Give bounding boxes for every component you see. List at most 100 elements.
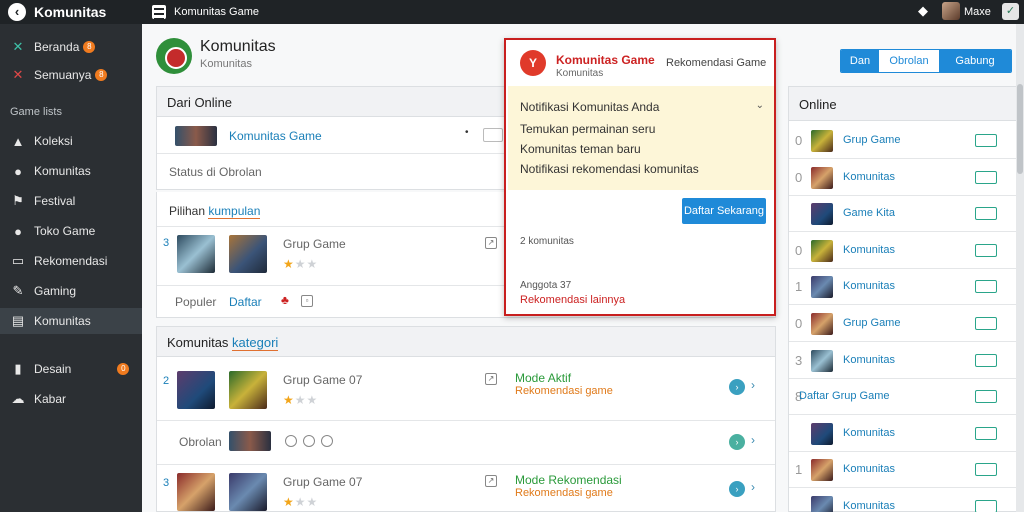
toggle[interactable] xyxy=(975,207,997,221)
list-item[interactable]: 0 Grup Game xyxy=(789,305,1017,342)
table-row[interactable]: 3 Grup Game 07 ★★★ ↗ Mode Rekomendasi Re… xyxy=(157,465,775,512)
check-icon[interactable]: ✓ xyxy=(1002,3,1019,20)
community-name[interactable]: Komunitas xyxy=(843,280,895,292)
scrollbar[interactable] xyxy=(1016,24,1024,512)
gear-icon[interactable]: ◆ xyxy=(918,3,928,19)
image-icon[interactable]: ▫ xyxy=(301,295,313,307)
view-tabs: Dan Obrolan Gabung dalam xyxy=(840,49,1012,73)
list-item[interactable]: Game Kita xyxy=(789,195,1017,233)
menu-icon[interactable] xyxy=(152,5,166,20)
sidebar-item-rekomendasi[interactable]: ▭ Rekomendasi xyxy=(0,248,142,274)
sidebar-item-festival[interactable]: ⚑ Festival xyxy=(0,188,142,214)
community-name[interactable]: Komunitas xyxy=(843,171,895,183)
community-name[interactable]: Komunitas xyxy=(843,463,895,475)
avatar[interactable] xyxy=(942,2,960,20)
notification-badge: 8 xyxy=(83,41,96,53)
arrow-right-icon[interactable]: › xyxy=(751,433,755,447)
toggle[interactable] xyxy=(975,463,997,477)
edit-icon[interactable]: ↗ xyxy=(485,373,497,385)
arrow-right-icon[interactable]: › xyxy=(751,480,755,494)
flag-icon: ⚑ xyxy=(12,193,24,208)
chevron-down-icon[interactable]: ⌄ xyxy=(756,100,764,111)
sidebar-item-beranda[interactable]: ✕ Beranda 8 xyxy=(0,34,142,60)
section-title-link[interactable]: kategori xyxy=(232,335,279,351)
list-item[interactable]: Komunitas xyxy=(789,488,1017,512)
sidebar-item-kabar[interactable]: ☁ Kabar xyxy=(0,386,142,412)
table-row[interactable]: 2 Grup Game 07 ★★★ ↗ Mode Aktif Rekomend… xyxy=(157,361,775,421)
list-item[interactable]: 1 Komunitas xyxy=(789,451,1017,489)
toggle[interactable] xyxy=(975,134,997,147)
toggle[interactable] xyxy=(975,500,997,512)
play-icon[interactable]: › xyxy=(729,434,745,450)
tab-dan[interactable]: Dan xyxy=(841,50,879,72)
toggle[interactable] xyxy=(975,170,997,184)
sidebar-item-komunitas[interactable]: ● Komunitas xyxy=(0,158,142,184)
community-name[interactable]: Grup Game xyxy=(843,317,900,329)
join-button[interactable]: Daftar Sekarang xyxy=(682,198,766,224)
page-subtitle: Komunitas xyxy=(200,58,252,70)
list-item[interactable]: Komunitas xyxy=(789,415,1017,452)
dot-icon: • xyxy=(465,127,469,138)
list-item[interactable]: 0 Komunitas xyxy=(789,159,1017,196)
user-name[interactable]: Maxe xyxy=(964,6,991,18)
community-link[interactable]: Komunitas Game xyxy=(229,129,322,143)
table-row[interactable]: Obrolan › › xyxy=(157,421,775,465)
popup-side-text: Rekomendasi Game xyxy=(666,57,767,69)
sidebar-item-toko-game[interactable]: ● Toko Game xyxy=(0,218,142,244)
community-name[interactable]: Game Kita xyxy=(843,207,895,219)
toggle[interactable] xyxy=(975,390,997,404)
list-item[interactable]: 0 Komunitas xyxy=(789,232,1017,269)
tab-obrolan[interactable]: Obrolan xyxy=(879,50,939,72)
cloud-icon: ☁ xyxy=(11,391,25,406)
section-title-link[interactable]: kumpulan xyxy=(208,204,261,219)
sub-row-label: Populer xyxy=(175,295,217,309)
row-number: 3 xyxy=(163,477,170,489)
edit-icon[interactable]: ↗ xyxy=(485,237,497,249)
group-name[interactable]: Grup Game xyxy=(283,237,346,251)
group-name[interactable]: Grup Game 07 xyxy=(283,373,362,387)
checkbox[interactable] xyxy=(483,128,503,142)
list-item[interactable]: 1 Komunitas xyxy=(789,268,1017,306)
community-name[interactable]: Daftar Grup Game xyxy=(799,390,889,402)
context-label: Komunitas Game xyxy=(174,6,259,18)
community-name[interactable]: Komunitas xyxy=(843,244,895,256)
play-icon[interactable]: › xyxy=(729,379,745,395)
community-logo: Y xyxy=(520,50,546,76)
group-name[interactable]: Grup Game 07 xyxy=(283,475,362,489)
community-name[interactable]: Komunitas xyxy=(843,354,895,366)
action-icons[interactable] xyxy=(285,435,339,450)
popup-link[interactable]: Rekomendasi lainnya xyxy=(520,294,625,306)
toggle[interactable] xyxy=(975,317,997,330)
rating-stars: ★★★ xyxy=(283,257,318,271)
scrollbar-thumb[interactable] xyxy=(1017,84,1023,174)
sidebar-item-koleksi[interactable]: ▲ Koleksi xyxy=(0,128,142,154)
sub-row-link[interactable]: Daftar xyxy=(229,295,262,309)
edit-icon[interactable]: ↗ xyxy=(485,475,497,487)
tab-gabung[interactable]: Gabung dalam xyxy=(939,50,1011,72)
list-item[interactable]: 0 Grup Game xyxy=(789,122,1017,159)
app-title: Komunitas xyxy=(34,4,107,20)
rating-stars: ★★★ xyxy=(283,393,318,407)
list-item[interactable]: 8 Daftar Grup Game xyxy=(789,378,1017,416)
back-arrow-icon[interactable]: ‹ xyxy=(8,3,26,21)
play-icon[interactable]: › xyxy=(729,481,745,497)
sidebar-item-komunitas-active[interactable]: ▤ Komunitas xyxy=(0,308,142,334)
notification-badge: 8 xyxy=(95,69,108,81)
game-thumbnail xyxy=(811,130,833,152)
toggle[interactable] xyxy=(975,426,997,440)
star-icon: ★ xyxy=(294,393,307,407)
notice-line: Komunitas teman baru xyxy=(520,142,641,156)
sidebar-item-semuanya[interactable]: ✕ Semuanya 8 xyxy=(0,62,142,88)
page-title: Komunitas xyxy=(200,38,276,55)
toggle[interactable] xyxy=(975,353,997,367)
community-name[interactable]: Grup Game xyxy=(843,134,900,146)
sidebar-item-gaming[interactable]: ✎ Gaming xyxy=(0,278,142,304)
game-thumbnail xyxy=(177,371,215,409)
toggle[interactable] xyxy=(975,243,997,257)
arrow-right-icon[interactable]: › xyxy=(751,378,755,392)
list-item[interactable]: 3 Komunitas xyxy=(789,342,1017,379)
toggle[interactable] xyxy=(975,280,997,294)
community-name[interactable]: Komunitas xyxy=(843,427,895,439)
community-name[interactable]: Komunitas xyxy=(843,500,895,512)
sidebar-item-desain[interactable]: ▮ Desain 0 xyxy=(0,356,142,382)
